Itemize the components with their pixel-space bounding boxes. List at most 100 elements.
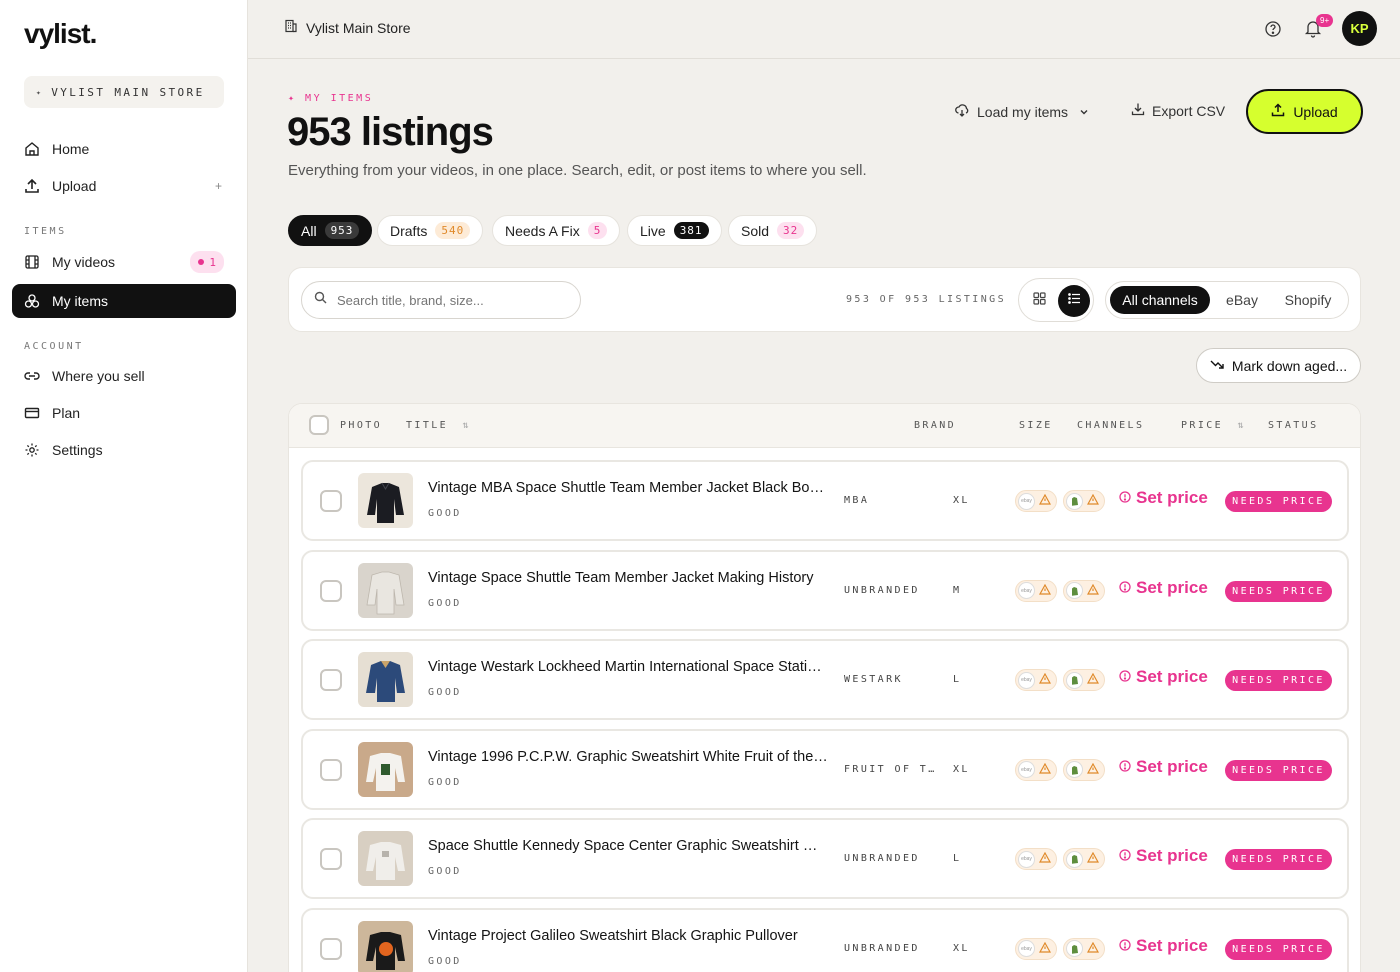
store-switcher[interactable]: ✦ VYLIST MAIN STORE bbox=[24, 76, 224, 108]
alert-circle-icon bbox=[1119, 578, 1131, 598]
col-title[interactable]: TITLE ⇅ bbox=[406, 420, 471, 431]
item-title[interactable]: Vintage Westark Lockheed Martin Internat… bbox=[428, 659, 828, 675]
tab-live[interactable]: Live 381 bbox=[627, 215, 722, 246]
warning-icon bbox=[1038, 492, 1052, 510]
tab-drafts-label: Drafts bbox=[390, 222, 428, 239]
search-box[interactable] bbox=[301, 281, 581, 319]
tab-all[interactable]: All 953 bbox=[288, 215, 373, 246]
table-row[interactable]: Vintage Westark Lockheed Martin Internat… bbox=[301, 639, 1349, 720]
ebay-channel-status[interactable]: ebay bbox=[1015, 579, 1057, 602]
set-price-label: Set price bbox=[1136, 577, 1208, 597]
item-photo[interactable] bbox=[358, 741, 413, 797]
ebay-channel-status[interactable]: ebay bbox=[1015, 669, 1057, 691]
ebay-channel-status[interactable]: ebay bbox=[1015, 490, 1057, 512]
set-price-button[interactable]: Set price bbox=[1119, 578, 1208, 598]
avatar[interactable]: KP bbox=[1342, 11, 1377, 46]
ebay-channel-status[interactable]: ebay bbox=[1015, 758, 1057, 781]
set-price-button[interactable]: Set price bbox=[1119, 488, 1208, 508]
channel-filter: All channels eBay Shopify bbox=[1105, 281, 1349, 319]
ebay-logo-icon: ebay bbox=[1018, 582, 1035, 599]
col-channels: CHANNELS bbox=[1077, 420, 1145, 431]
select-all-checkbox[interactable] bbox=[309, 415, 329, 435]
warning-icon bbox=[1086, 761, 1100, 779]
col-status: STATUS bbox=[1268, 420, 1319, 431]
notifications-button[interactable]: 9+ bbox=[1304, 14, 1334, 43]
shopify-channel-status[interactable] bbox=[1063, 669, 1105, 691]
export-csv-button[interactable]: Export CSV bbox=[1131, 102, 1225, 119]
nav-my-items[interactable]: My items bbox=[12, 284, 236, 318]
set-price-button[interactable]: Set price bbox=[1119, 667, 1208, 687]
row-checkbox[interactable] bbox=[320, 490, 342, 512]
trending-down-icon bbox=[1210, 357, 1224, 374]
nav-where-you-sell-label: Where you sell bbox=[52, 368, 145, 384]
table-row[interactable]: Vintage 1996 P.C.P.W. Graphic Sweatshirt… bbox=[301, 728, 1349, 810]
item-photo[interactable] bbox=[358, 562, 413, 618]
shopify-channel-status[interactable] bbox=[1063, 579, 1105, 602]
item-title[interactable]: Vintage Space Shuttle Team Member Jacket… bbox=[428, 570, 828, 586]
row-checkbox[interactable] bbox=[320, 669, 342, 691]
channel-ebay[interactable]: eBay bbox=[1216, 286, 1268, 314]
item-title[interactable]: Vintage Project Galileo Sweatshirt Black… bbox=[428, 928, 828, 944]
item-brand: WESTARK bbox=[844, 674, 903, 685]
ebay-logo-icon: ebay bbox=[1018, 671, 1035, 689]
table-header: PHOTO TITLE ⇅ BRAND SIZE CHANNELS PRICE … bbox=[289, 404, 1360, 448]
nav-home[interactable]: Home bbox=[12, 132, 236, 166]
logo[interactable]: vylist. bbox=[24, 18, 97, 50]
current-store[interactable]: Vylist Main Store bbox=[284, 19, 411, 36]
table-row[interactable]: Vintage MBA Space Shuttle Team Member Ja… bbox=[301, 460, 1349, 541]
tab-needs-a-fix[interactable]: Needs A Fix 5 bbox=[492, 215, 621, 246]
search-input[interactable] bbox=[337, 292, 557, 308]
list-view-button[interactable] bbox=[1058, 285, 1090, 317]
tab-drafts[interactable]: Drafts 540 bbox=[377, 215, 484, 246]
mark-down-aged-button[interactable]: Mark down aged... bbox=[1196, 348, 1361, 383]
item-title[interactable]: Vintage 1996 P.C.P.W. Graphic Sweatshirt… bbox=[428, 749, 828, 765]
shopify-channel-status[interactable] bbox=[1063, 490, 1105, 512]
upload-icon bbox=[1271, 103, 1285, 120]
item-title[interactable]: Vintage MBA Space Shuttle Team Member Ja… bbox=[428, 480, 828, 496]
set-price-button[interactable]: Set price bbox=[1119, 846, 1208, 866]
chevron-down-icon bbox=[1079, 104, 1089, 120]
nav-where-you-sell[interactable]: Where you sell bbox=[12, 359, 236, 393]
download-icon bbox=[1131, 102, 1145, 119]
item-photo[interactable] bbox=[358, 473, 413, 528]
shopify-channel-status[interactable] bbox=[1063, 848, 1105, 870]
set-price-label: Set price bbox=[1136, 756, 1208, 776]
ebay-channel-status[interactable]: ebay bbox=[1015, 848, 1057, 870]
table-row[interactable]: Vintage Space Shuttle Team Member Jacket… bbox=[301, 549, 1349, 631]
nav-plan[interactable]: Plan bbox=[12, 396, 236, 430]
load-items-button[interactable]: Load my items bbox=[954, 102, 1089, 121]
channel-all[interactable]: All channels bbox=[1110, 286, 1210, 314]
set-price-button[interactable]: Set price bbox=[1119, 757, 1208, 777]
warning-icon bbox=[1038, 582, 1052, 600]
row-checkbox[interactable] bbox=[320, 937, 342, 960]
search-icon bbox=[314, 291, 327, 309]
row-checkbox[interactable] bbox=[320, 848, 342, 870]
row-checkbox[interactable] bbox=[320, 579, 342, 602]
shopify-channel-status[interactable] bbox=[1063, 758, 1105, 781]
ebay-channel-status[interactable]: ebay bbox=[1015, 937, 1057, 960]
row-checkbox[interactable] bbox=[320, 758, 342, 781]
shopify-channel-status[interactable] bbox=[1063, 937, 1105, 960]
table-row[interactable]: Space Shuttle Kennedy Space Center Graph… bbox=[301, 818, 1349, 899]
item-photo[interactable] bbox=[358, 652, 413, 707]
nav-plan-label: Plan bbox=[52, 405, 81, 421]
table-row[interactable]: Vintage Project Galileo Sweatshirt Black… bbox=[301, 907, 1349, 972]
nav-my-videos[interactable]: My videos 1 bbox=[12, 245, 236, 279]
grid-view-button[interactable] bbox=[1023, 285, 1055, 317]
channel-shopify[interactable]: Shopify bbox=[1274, 286, 1342, 314]
item-condition: GOOD bbox=[428, 687, 462, 698]
status-badge: NEEDS PRICE bbox=[1225, 759, 1332, 781]
set-price-button[interactable]: Set price bbox=[1119, 936, 1208, 956]
col-price-label: PRICE bbox=[1181, 420, 1224, 431]
nav-upload[interactable]: Upload + bbox=[12, 169, 236, 203]
section-label-account: ACCOUNT bbox=[24, 341, 84, 352]
help-icon[interactable] bbox=[1264, 20, 1282, 43]
col-brand: BRAND bbox=[914, 420, 957, 431]
tab-sold[interactable]: Sold 32 bbox=[728, 215, 818, 246]
nav-settings[interactable]: Settings bbox=[12, 433, 236, 467]
upload-button[interactable]: Upload bbox=[1246, 89, 1363, 134]
item-photo[interactable] bbox=[358, 831, 413, 886]
col-price[interactable]: PRICE ⇅ bbox=[1181, 420, 1246, 431]
item-photo[interactable] bbox=[358, 920, 413, 972]
item-title[interactable]: Space Shuttle Kennedy Space Center Graph… bbox=[428, 838, 828, 854]
